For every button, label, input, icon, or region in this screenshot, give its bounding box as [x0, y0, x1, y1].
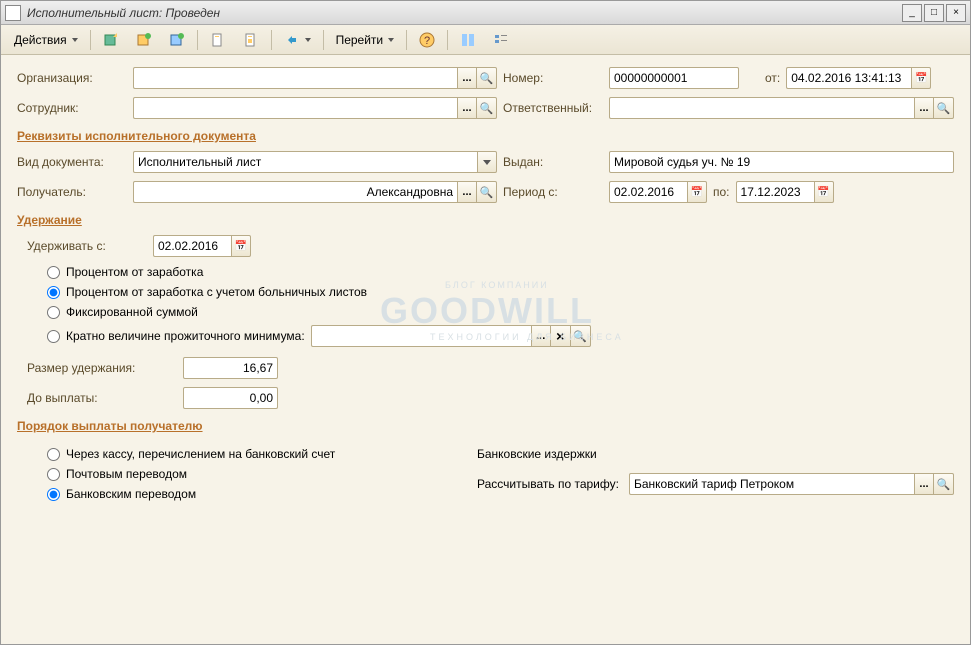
radio-percent[interactable] [47, 266, 60, 279]
minimum-search-button[interactable] [571, 325, 591, 347]
radio-bank-label: Банковским переводом [66, 487, 196, 501]
period-to-input[interactable] [736, 181, 814, 203]
svg-text:?: ? [424, 35, 430, 47]
payment-section-header: Порядок выплаты получателю [17, 419, 954, 433]
hold-from-input[interactable] [153, 235, 231, 257]
radio-fixed[interactable] [47, 306, 60, 319]
document-icon [5, 5, 21, 21]
org-input[interactable] [133, 67, 457, 89]
responsible-select-button[interactable] [914, 97, 934, 119]
toolbar-btn-4[interactable] [203, 29, 233, 51]
toolbar-btn-3[interactable] [162, 29, 192, 51]
toolbar: Действия Перейти ? [1, 25, 970, 55]
recipient-search-button[interactable] [477, 181, 497, 203]
content-area: Организация: Номер: от: Сотрудник: [1, 55, 970, 519]
doctype-dropdown-button[interactable] [477, 151, 497, 173]
org-select-button[interactable] [457, 67, 477, 89]
titlebar: Исполнительный лист: Проведен _ □ × [1, 1, 970, 25]
toolbar-btn-8[interactable] [486, 29, 516, 51]
amount-input[interactable] [183, 357, 278, 379]
actions-menu[interactable]: Действия [7, 29, 85, 51]
bank-costs-label: Банковские издержки [477, 447, 954, 461]
issued-label: Выдан: [503, 155, 603, 169]
radio-minimum-label: Кратно величине прожиточного минимума: [66, 329, 305, 343]
toolbar-btn-6[interactable] [277, 29, 318, 51]
hold-from-label: Удерживать с: [27, 239, 147, 253]
requisites-section-header: Реквизиты исполнительного документа [17, 129, 954, 143]
hold-from-calendar-button[interactable] [231, 235, 251, 257]
number-input[interactable] [609, 67, 739, 89]
toolbar-btn-2[interactable] [129, 29, 159, 51]
radio-percent-label: Процентом от заработка [66, 265, 203, 279]
tariff-label: Рассчитывать по тарифу: [477, 477, 619, 491]
recipient-input[interactable] [133, 181, 457, 203]
date-calendar-button[interactable] [911, 67, 931, 89]
date-label: от: [765, 71, 780, 85]
toolbar-btn-5[interactable] [236, 29, 266, 51]
radio-fixed-label: Фиксированной суммой [66, 305, 198, 319]
maximize-button[interactable]: □ [924, 4, 944, 22]
employee-input[interactable] [133, 97, 457, 119]
withholding-section-header: Удержание [17, 213, 954, 227]
minimum-select-button[interactable] [531, 325, 551, 347]
employee-select-button[interactable] [457, 97, 477, 119]
radio-bank[interactable] [47, 488, 60, 501]
period-from-calendar-button[interactable] [687, 181, 707, 203]
period-from-label: Период с: [503, 185, 603, 199]
minimum-clear-button[interactable] [551, 325, 571, 347]
goto-menu[interactable]: Перейти [329, 29, 402, 51]
amount-label: Размер удержания: [27, 361, 177, 375]
org-label: Организация: [17, 71, 127, 85]
recipient-select-button[interactable] [457, 181, 477, 203]
radio-minimum[interactable] [47, 330, 60, 343]
radio-post[interactable] [47, 468, 60, 481]
until-input[interactable] [183, 387, 278, 409]
window-title: Исполнительный лист: Проведен [27, 6, 902, 20]
radio-cash[interactable] [47, 448, 60, 461]
doctype-input[interactable] [133, 151, 477, 173]
close-button[interactable]: × [946, 4, 966, 22]
responsible-input[interactable] [609, 97, 914, 119]
tariff-search-button[interactable] [934, 473, 954, 495]
org-search-button[interactable] [477, 67, 497, 89]
period-from-input[interactable] [609, 181, 687, 203]
responsible-search-button[interactable] [934, 97, 954, 119]
number-label: Номер: [503, 71, 603, 85]
minimize-button[interactable]: _ [902, 4, 922, 22]
radio-cash-label: Через кассу, перечислением на банковский… [66, 447, 335, 461]
employee-search-button[interactable] [477, 97, 497, 119]
toolbar-btn-1[interactable] [96, 29, 126, 51]
radio-percent-sick[interactable] [47, 286, 60, 299]
tariff-input[interactable] [629, 473, 914, 495]
period-to-calendar-button[interactable] [814, 181, 834, 203]
help-button[interactable]: ? [412, 29, 442, 51]
date-input[interactable] [786, 67, 911, 89]
until-label: До выплаты: [27, 391, 177, 405]
radio-post-label: Почтовым переводом [66, 467, 187, 481]
recipient-label: Получатель: [17, 185, 127, 199]
tariff-select-button[interactable] [914, 473, 934, 495]
radio-percent-sick-label: Процентом от заработка с учетом больничн… [66, 285, 367, 299]
doctype-label: Вид документа: [17, 155, 127, 169]
responsible-label: Ответственный: [503, 101, 603, 115]
period-to-label: по: [713, 185, 730, 199]
toolbar-btn-7[interactable] [453, 29, 483, 51]
issued-input[interactable] [609, 151, 954, 173]
minimum-input[interactable] [311, 325, 531, 347]
window: Исполнительный лист: Проведен _ □ × Дейс… [0, 0, 971, 645]
employee-label: Сотрудник: [17, 101, 127, 115]
